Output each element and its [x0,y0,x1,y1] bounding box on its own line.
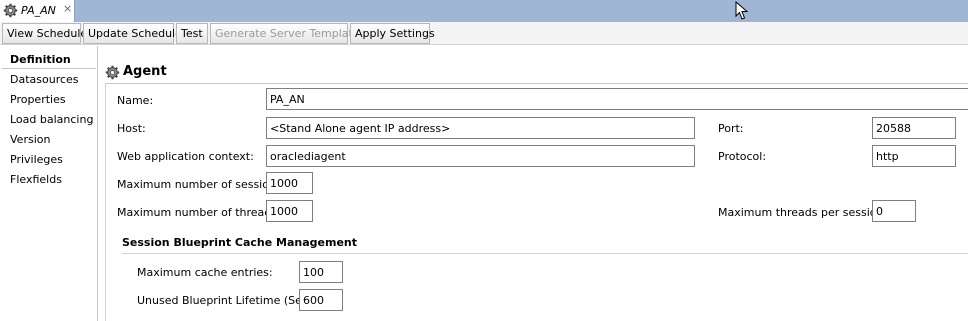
toolbar: View Schedule Update Schedule Test Gener… [0,22,968,45]
section-divider [105,83,968,84]
max-sessions-label: Maximum number of sessions: [117,178,286,191]
cache-management-heading: Session Blueprint Cache Management [122,236,358,249]
sidebar-item-flexfields[interactable]: Flexfields [10,173,62,186]
web-application-context-field[interactable]: oraclediagent [266,145,695,167]
web-application-context-label: Web application context: [117,150,254,163]
update-schedule-button[interactable]: Update Schedule [83,23,182,44]
sidebar-item-datasources[interactable]: Datasources [10,73,79,86]
mouse-cursor-icon [735,1,749,20]
port-field[interactable]: 20588 [872,117,956,139]
host-label: Host: [117,122,146,135]
editor-sidebar: Definition Datasources Properties Load b… [0,46,98,321]
max-cache-entries-field[interactable]: 100 [299,261,343,283]
gear-icon [3,3,18,18]
max-threads-per-session-field[interactable]: 0 [872,200,916,222]
name-field[interactable]: PA_AN [266,88,968,110]
section-border [105,84,106,321]
generate-server-template-button[interactable]: Generate Server Template [210,23,360,44]
definition-panel: Agent Name: PA_AN Host: <Stand Alone age… [99,46,968,321]
sidebar-item-privileges[interactable]: Privileges [10,153,63,166]
sidebar-item-version[interactable]: Version [10,133,50,146]
agent-section-header: Agent [105,63,968,82]
max-threads-field[interactable]: 1000 [266,200,313,222]
close-icon[interactable]: × [63,2,72,15]
name-label: Name: [117,94,154,107]
max-cache-entries-label: Maximum cache entries: [137,266,273,279]
protocol-label: Protocol: [718,150,767,163]
gear-icon [105,65,120,80]
max-threads-label: Maximum number of threads: [117,206,281,219]
apply-settings-button[interactable]: Apply Settings [350,23,435,44]
blueprint-lifetime-field[interactable]: 600 [299,289,343,311]
editor-tab-pa-an[interactable]: PA_AN × [0,0,75,22]
sidebar-item-load-balancing[interactable]: Load balancing [10,113,93,126]
sidebar-item-definition[interactable]: Definition [10,53,71,66]
cache-section-divider [122,253,968,254]
protocol-field[interactable]: http [872,145,956,167]
editor-tab-bar: PA_AN × [0,0,968,22]
max-threads-per-session-label: Maximum threads per session: [718,206,888,219]
host-field[interactable]: <Stand Alone agent IP address> [266,117,695,139]
blueprint-lifetime-label: Unused Blueprint Lifetime (Sec): [137,294,316,307]
max-sessions-field[interactable]: 1000 [266,172,313,194]
view-schedule-button[interactable]: View Schedule [2,23,87,44]
tab-title: PA_AN [21,4,56,17]
section-title: Agent [123,64,167,79]
test-button[interactable]: Test [176,23,208,44]
sidebar-item-properties[interactable]: Properties [10,93,66,106]
port-label: Port: [718,122,744,135]
